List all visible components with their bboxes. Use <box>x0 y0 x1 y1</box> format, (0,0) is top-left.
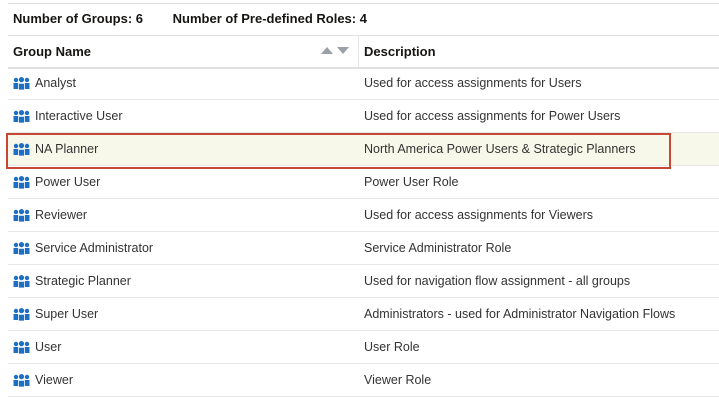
group-icon <box>13 176 30 190</box>
table-row[interactable]: Analyst Used for access assignments for … <box>8 67 719 100</box>
group-name[interactable]: Viewer <box>35 373 73 387</box>
group-description: Power User Role <box>364 175 459 189</box>
role-count: Number of Pre-defined Roles: 4 <box>172 11 367 26</box>
group-icon <box>13 209 30 223</box>
group-name[interactable]: Interactive User <box>35 109 123 123</box>
table-row[interactable]: Super User Administrators - used for Adm… <box>8 298 719 331</box>
group-description: Viewer Role <box>364 373 432 387</box>
group-icon <box>13 77 30 91</box>
group-description: Used for access assignments for Power Us… <box>364 109 621 123</box>
group-icon <box>13 374 30 388</box>
table-row[interactable]: Viewer Viewer Role <box>8 364 719 397</box>
table-row[interactable]: Power User Power User Role <box>8 166 719 199</box>
table-row[interactable]: Strategic Planner Used for navigation fl… <box>8 265 719 298</box>
group-icon <box>13 341 30 355</box>
table-row[interactable]: User User Role <box>8 331 719 364</box>
group-icon <box>13 110 30 124</box>
group-count: Number of Groups: 6 <box>13 11 144 26</box>
group-description: Administrators - used for Administrator … <box>364 307 676 321</box>
group-description: Used for access assignments for Viewers <box>364 208 594 222</box>
divider <box>8 3 719 4</box>
group-description: User Role <box>364 340 420 354</box>
column-header-group-name[interactable]: Group Name <box>13 44 91 59</box>
sort-ascending-icon[interactable] <box>321 47 333 54</box>
group-name[interactable]: Reviewer <box>35 208 87 222</box>
group-description: Service Administrator Role <box>364 241 512 255</box>
group-name[interactable]: Power User <box>35 175 100 189</box>
group-name[interactable]: Analyst <box>35 76 76 90</box>
group-name[interactable]: Super User <box>35 307 98 321</box>
column-divider[interactable] <box>358 36 359 67</box>
table-row[interactable]: NA Planner North America Power Users & S… <box>8 133 719 166</box>
group-description: Used for access assignments for Users <box>364 76 582 90</box>
column-header-description[interactable]: Description <box>364 44 436 59</box>
group-name[interactable]: NA Planner <box>35 142 98 156</box>
group-icon <box>13 308 30 322</box>
group-icon <box>13 143 30 157</box>
group-name[interactable]: Service Administrator <box>35 241 153 255</box>
group-icon <box>13 275 30 289</box>
group-description: Used for navigation flow assignment - al… <box>364 274 631 288</box>
sort-descending-icon[interactable] <box>337 47 349 54</box>
group-description: North America Power Users & Strategic Pl… <box>364 142 636 156</box>
table-row[interactable]: Reviewer Used for access assignments for… <box>8 199 719 232</box>
group-name[interactable]: Strategic Planner <box>35 274 131 288</box>
groups-table-body: Analyst Used for access assignments for … <box>8 67 719 397</box>
table-row[interactable]: Service Administrator Service Administra… <box>8 232 719 265</box>
table-row[interactable]: Interactive User Used for access assignm… <box>8 100 719 133</box>
group-icon <box>13 242 30 256</box>
sort-controls <box>321 47 349 54</box>
group-name[interactable]: User <box>35 340 61 354</box>
table-header: Group Name Description <box>8 36 719 69</box>
summary-bar: Number of Groups: 6 Number of Pre-define… <box>13 11 393 26</box>
